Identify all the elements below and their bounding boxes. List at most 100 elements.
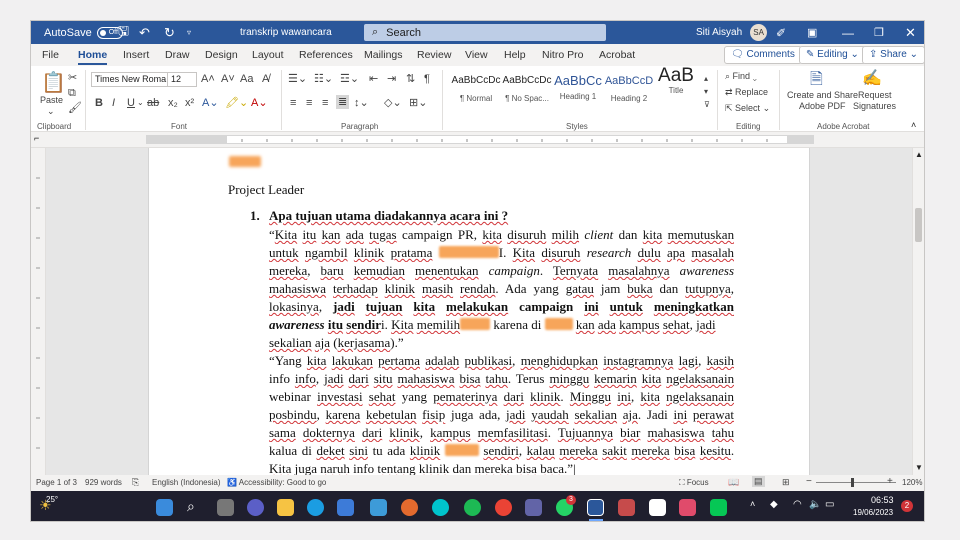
style-title[interactable]: AaB Title	[651, 66, 701, 107]
app-l-icon[interactable]	[370, 499, 387, 516]
sort-icon[interactable]: ⇅	[406, 72, 415, 86]
user-account[interactable]: Siti Aisyah SA	[696, 21, 768, 44]
bullets-icon[interactable]: ☰⌄	[288, 72, 307, 86]
battery-icon[interactable]: ▭	[825, 499, 834, 510]
word-taskbar-icon[interactable]	[587, 499, 604, 516]
tab-references[interactable]: References	[299, 44, 353, 66]
customize-toolbar-icon[interactable]: ▿	[187, 21, 191, 44]
style-heading-2[interactable]: AaBbCcD Heading 2	[604, 74, 654, 112]
font-size-select[interactable]: 12	[167, 72, 197, 87]
comments-button[interactable]: 🗨 Comments	[724, 46, 802, 64]
vertical-ruler[interactable]	[31, 148, 46, 475]
paste-icon[interactable]: 📋	[41, 70, 66, 95]
app-grid-icon[interactable]	[618, 499, 635, 516]
zoom-out-icon[interactable]: −	[806, 476, 812, 487]
tab-view[interactable]: View	[465, 44, 488, 66]
align-right-icon[interactable]: ≡	[322, 96, 328, 110]
web-layout-icon[interactable]: ⊞	[782, 477, 790, 488]
paste-label[interactable]: Paste	[40, 95, 63, 105]
tab-home[interactable]: Home	[78, 44, 108, 66]
shrink-font-icon[interactable]: A˅	[221, 72, 235, 86]
chat-icon[interactable]	[247, 499, 264, 516]
select-button[interactable]: ⇱ Select ⌄	[725, 103, 770, 114]
multilevel-list-icon[interactable]: ☲⌄	[340, 72, 359, 86]
clock-time[interactable]: 06:53	[871, 495, 894, 505]
underline-button[interactable]: U	[127, 96, 135, 110]
ruler-scale[interactable]	[146, 135, 814, 144]
tab-draw[interactable]: Draw	[165, 44, 190, 66]
style-heading-1[interactable]: AaBbCc Heading 1	[553, 74, 603, 112]
language[interactable]: English (Indonesia)	[152, 478, 220, 487]
page-count[interactable]: Page 1 of 3	[36, 478, 77, 487]
restore-icon[interactable]: ❐	[874, 21, 884, 44]
grow-font-icon[interactable]: A˄	[201, 72, 215, 86]
superscript-button[interactable]: x²	[185, 96, 194, 110]
shading-icon[interactable]: ◇⌄	[384, 96, 402, 110]
line-spacing-icon[interactable]: ↕⌄	[354, 96, 369, 110]
find-button[interactable]: ⌕ Find ⌄	[725, 71, 757, 82]
redo-icon[interactable]: ↻	[164, 21, 175, 44]
format-painter-icon[interactable]: 🖌	[68, 101, 82, 115]
zoom-level[interactable]: 120%	[902, 478, 922, 487]
wifi-icon[interactable]: ◠	[793, 499, 802, 510]
scroll-down-icon[interactable]: ▼	[915, 463, 923, 472]
slack-icon[interactable]	[679, 499, 696, 516]
tray-chevron-icon[interactable]: ˄	[750, 499, 755, 509]
taskbar-search-icon[interactable]: ⌕	[187, 498, 195, 515]
scroll-up-icon[interactable]: ▲	[915, 150, 923, 159]
zoom-in-icon[interactable]: +	[887, 476, 893, 487]
tab-acrobat[interactable]: Acrobat	[599, 44, 635, 66]
file-explorer-icon[interactable]	[277, 499, 294, 516]
accessibility-status[interactable]: ♿ Accessibility: Good to go	[227, 478, 326, 487]
adobe-pdf-label[interactable]: Adobe PDF	[799, 101, 846, 111]
spotify-icon[interactable]	[464, 499, 481, 516]
font-color-icon[interactable]: A⌄	[251, 96, 268, 110]
chrome-icon[interactable]	[495, 499, 512, 516]
read-mode-icon[interactable]: 📖	[728, 477, 739, 488]
focus-button[interactable]: ⛶ Focus	[679, 478, 709, 488]
increase-indent-icon[interactable]: ⇥	[387, 72, 396, 86]
tab-file[interactable]: File	[42, 44, 59, 66]
notion-icon[interactable]	[649, 499, 666, 516]
styles-scroll-up-icon[interactable]: ▴	[704, 72, 708, 86]
search-box[interactable]: ⌕ Search	[364, 24, 606, 41]
italic-button[interactable]: I	[112, 96, 115, 110]
scroll-thumb[interactable]	[915, 208, 922, 242]
proofing-icon[interactable]: ⎘	[132, 477, 139, 488]
bold-button[interactable]: B	[95, 96, 103, 110]
tab-review[interactable]: Review	[417, 44, 451, 66]
edge-icon[interactable]	[307, 499, 324, 516]
style-normal[interactable]: AaBbCcDc ¶ Normal	[451, 74, 501, 112]
save-icon[interactable]: 🖫	[118, 21, 129, 44]
copy-icon[interactable]: ⧉	[68, 86, 76, 100]
undo-icon[interactable]: ↶	[139, 21, 150, 44]
tab-selector-icon[interactable]: ⌐	[34, 133, 39, 143]
styles-more-icon[interactable]: ⊽	[704, 98, 710, 112]
underline-dropdown-icon[interactable]: ⌄	[137, 96, 144, 110]
tab-mailings[interactable]: Mailings	[364, 44, 403, 66]
paste-dropdown-icon[interactable]: ⌄	[47, 106, 55, 117]
editing-mode-button[interactable]: ✎ Editing ⌄	[799, 46, 866, 64]
line-icon[interactable]	[710, 499, 727, 516]
store-icon[interactable]	[337, 499, 354, 516]
document-page[interactable]: Project Leader 1. Apa tujuan utama diada…	[148, 148, 810, 475]
share-button[interactable]: ⇪ Share ⌄	[862, 46, 924, 64]
minimize-icon[interactable]: —	[842, 21, 854, 44]
zoom-slider[interactable]	[816, 482, 896, 483]
justify-icon[interactable]: ≣	[336, 95, 350, 109]
decrease-indent-icon[interactable]: ⇤	[369, 72, 378, 86]
ribbon-display-icon[interactable]: ▣	[807, 21, 817, 44]
tab-design[interactable]: Design	[205, 44, 238, 66]
cut-icon[interactable]: ✂	[68, 71, 77, 85]
tray-app-icon[interactable]: ◆	[770, 499, 778, 510]
font-name-select[interactable]: Times New Roma	[91, 72, 169, 87]
temperature[interactable]: 25°	[46, 495, 58, 504]
tab-nitro-pro[interactable]: Nitro Pro	[542, 44, 583, 66]
task-view-icon[interactable]	[217, 499, 234, 516]
request-signatures-icon[interactable]: ✍	[862, 68, 882, 88]
show-marks-icon[interactable]: ¶	[424, 72, 430, 86]
text-effects-icon[interactable]: A⌄	[202, 96, 219, 110]
collapse-ribbon-icon[interactable]: ˄	[911, 120, 916, 130]
borders-icon[interactable]: ⊞⌄	[409, 96, 427, 110]
close-icon[interactable]: ✕	[905, 21, 916, 44]
